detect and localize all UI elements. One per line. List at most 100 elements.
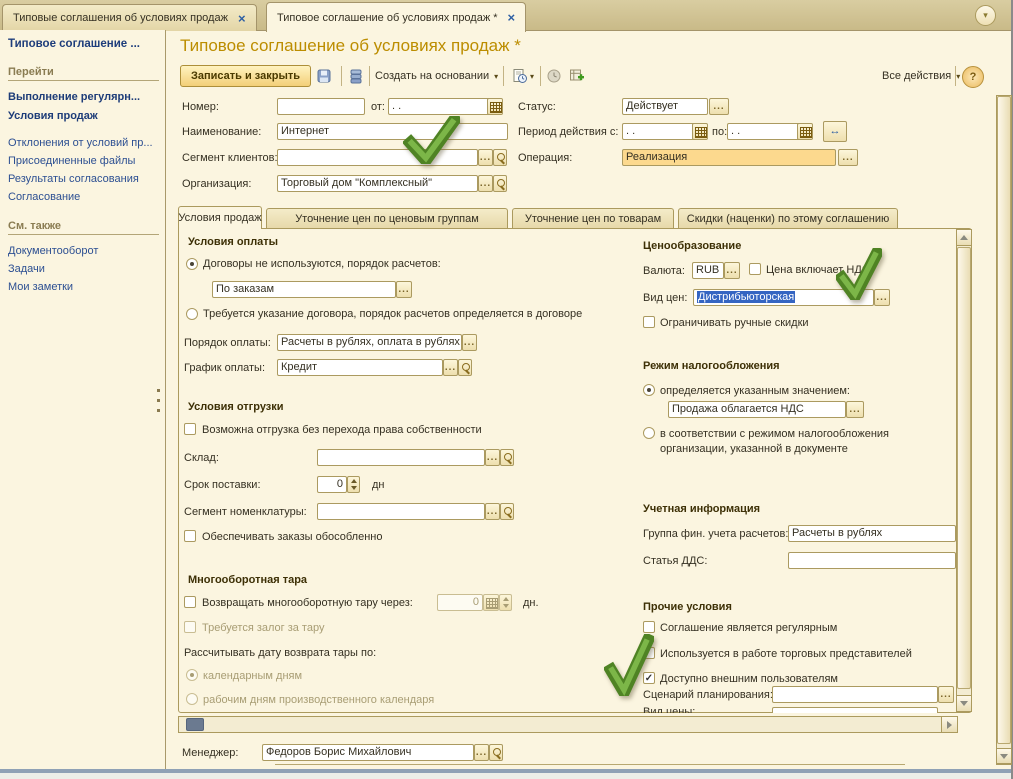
client-segment-input[interactable] [277, 149, 478, 166]
payment-schedule-input[interactable]: Кредит [277, 359, 443, 376]
period-to-input[interactable]: . . [727, 123, 813, 140]
status-input[interactable]: Действует [622, 98, 708, 115]
manager-open-button[interactable] [489, 744, 503, 761]
planning-scenario-input[interactable] [772, 686, 938, 703]
sidebar-item-approval-results[interactable]: Результаты согласования [8, 170, 165, 188]
no-ownership-transfer-checkbox[interactable] [184, 423, 196, 435]
delivery-term-input[interactable]: 0 [317, 476, 347, 493]
post-document-icon[interactable] [345, 65, 367, 87]
save-and-close-button[interactable]: Записать и закрыть [180, 65, 311, 87]
close-tab-icon[interactable]: × [238, 12, 246, 25]
limit-manual-discounts-checkbox[interactable] [643, 316, 655, 328]
warehouse-select-button[interactable]: ... [485, 449, 500, 466]
date-input[interactable]: . . [388, 98, 503, 115]
calendar-days-radio[interactable] [186, 669, 198, 681]
period-from-input[interactable]: . . [622, 123, 708, 140]
tab-list-dropdown-button[interactable]: ▾ [975, 5, 996, 26]
organization-input[interactable]: Торговый дом "Комплексный" [277, 175, 478, 192]
vertical-scroll-thumb[interactable] [957, 247, 971, 689]
horizontal-scroll-thumb[interactable] [186, 718, 204, 731]
price-includes-vat-checkbox[interactable] [749, 263, 761, 275]
close-tab-icon[interactable]: × [508, 11, 516, 24]
tax-value-select-button[interactable]: ... [846, 401, 864, 418]
nomenclature-segment-input[interactable] [317, 503, 485, 520]
calendar-button[interactable] [692, 123, 708, 140]
client-segment-select-button[interactable]: ... [478, 149, 493, 166]
payment-order-select-button[interactable]: ... [462, 334, 477, 351]
tax-by-value-radio[interactable] [643, 384, 655, 396]
calculator-button[interactable] [483, 594, 499, 611]
price-type-select-button[interactable]: ... [874, 289, 890, 306]
tab-price-groups[interactable]: Уточнение цен по ценовым группам [266, 208, 508, 229]
price-type-input[interactable]: Дистрибьюторская [693, 289, 874, 306]
status-select-button[interactable]: ... [709, 98, 729, 115]
warehouse-input[interactable] [317, 449, 485, 466]
client-segment-open-button[interactable] [493, 149, 507, 166]
period-range-button[interactable]: ↔ [823, 121, 847, 142]
subordination-structure-icon[interactable] [566, 65, 588, 87]
sidebar-item-docflow[interactable]: Документооборот [8, 242, 165, 260]
scroll-right-button[interactable] [941, 716, 958, 733]
planning-scenario-select-button[interactable]: ... [938, 686, 954, 703]
return-container-checkbox[interactable] [184, 596, 196, 608]
separate-orders-checkbox[interactable] [184, 530, 196, 542]
sidebar-item-attached-files[interactable]: Присоединенные файлы [8, 152, 165, 170]
nomenclature-segment-select-button[interactable]: ... [485, 503, 500, 520]
scroll-down-button[interactable] [956, 695, 972, 712]
sidebar-item-tasks[interactable]: Задачи [8, 260, 165, 278]
operation-select-button[interactable]: ... [838, 149, 858, 166]
window-tab-current[interactable]: Типовое соглашение об условиях продаж * … [266, 2, 526, 32]
delivery-term-stepper[interactable] [347, 476, 360, 493]
window-tab-list[interactable]: Типовые соглашения об условиях продаж × [2, 4, 257, 31]
calendar-button[interactable] [487, 98, 503, 115]
price-kind-input-clipped[interactable] [772, 707, 938, 713]
number-input[interactable] [277, 98, 365, 115]
settlement-order-select-button[interactable]: ... [396, 281, 412, 298]
contract-required-radio[interactable] [186, 308, 198, 320]
payment-schedule-select-button[interactable]: ... [443, 359, 458, 376]
tab-goods-prices[interactable]: Уточнение цен по товарам [512, 208, 674, 229]
create-on-basis-button[interactable]: Создать на основании ▾ [375, 65, 498, 87]
all-actions-button[interactable]: Все действия ▾ [882, 65, 960, 87]
dds-item-input[interactable] [788, 552, 956, 569]
currency-input[interactable]: RUB [692, 262, 724, 279]
name-input[interactable]: Интернет [277, 123, 508, 140]
tab-discounts[interactable]: Скидки (наценки) по этому соглашению [678, 208, 898, 229]
return-container-stepper[interactable] [499, 594, 512, 611]
panel-horizontal-scrollbar[interactable] [178, 716, 958, 733]
scroll-up-button[interactable] [956, 229, 972, 246]
external-users-checkbox[interactable]: ✓ [643, 672, 655, 684]
sidebar-item-sale-conditions[interactable]: Условия продаж [8, 107, 165, 126]
tab-sale-conditions[interactable]: Условия продаж [178, 206, 262, 229]
currency-select-button[interactable]: ... [724, 262, 740, 279]
payment-schedule-open-button[interactable] [458, 359, 472, 376]
container-deposit-checkbox[interactable] [184, 621, 196, 633]
tax-by-org-radio[interactable] [643, 427, 655, 439]
form-scroll-thumb[interactable] [997, 96, 1011, 744]
form-scroll-down-button[interactable] [996, 748, 1012, 764]
payment-order-input[interactable]: Расчеты в рублях, оплата в рублях [277, 334, 462, 351]
save-icon[interactable] [312, 65, 336, 87]
settlement-order-input[interactable]: По заказам [212, 281, 396, 298]
organization-select-button[interactable]: ... [478, 175, 493, 192]
warehouse-open-button[interactable] [500, 449, 514, 466]
sidebar-item-deviations[interactable]: Отклонения от условий пр... [8, 134, 165, 152]
work-days-radio[interactable] [186, 693, 198, 705]
operation-input[interactable]: Реализация [622, 149, 836, 166]
no-contracts-radio[interactable] [186, 258, 198, 270]
manager-select-button[interactable]: ... [474, 744, 489, 761]
sales-reps-checkbox[interactable] [643, 647, 655, 659]
sidebar-item-approval[interactable]: Согласование [8, 188, 165, 206]
fin-group-input[interactable]: Расчеты в рублях [788, 525, 956, 542]
sidebar-item-regular-actions[interactable]: Выполнение регулярн... [8, 88, 165, 107]
document-history-icon[interactable]: ▾ [508, 65, 538, 87]
calendar-button[interactable] [797, 123, 813, 140]
return-container-days-input[interactable]: 0 [437, 594, 483, 611]
tax-value-input[interactable]: Продажа облагается НДС [668, 401, 846, 418]
help-button[interactable]: ? [962, 66, 984, 88]
clock-icon[interactable] [543, 65, 565, 87]
organization-open-button[interactable] [493, 175, 507, 192]
manager-input[interactable]: Федоров Борис Михайлович [262, 744, 474, 761]
nomenclature-segment-open-button[interactable] [500, 503, 514, 520]
sidebar-item-my-notes[interactable]: Мои заметки [8, 278, 165, 296]
